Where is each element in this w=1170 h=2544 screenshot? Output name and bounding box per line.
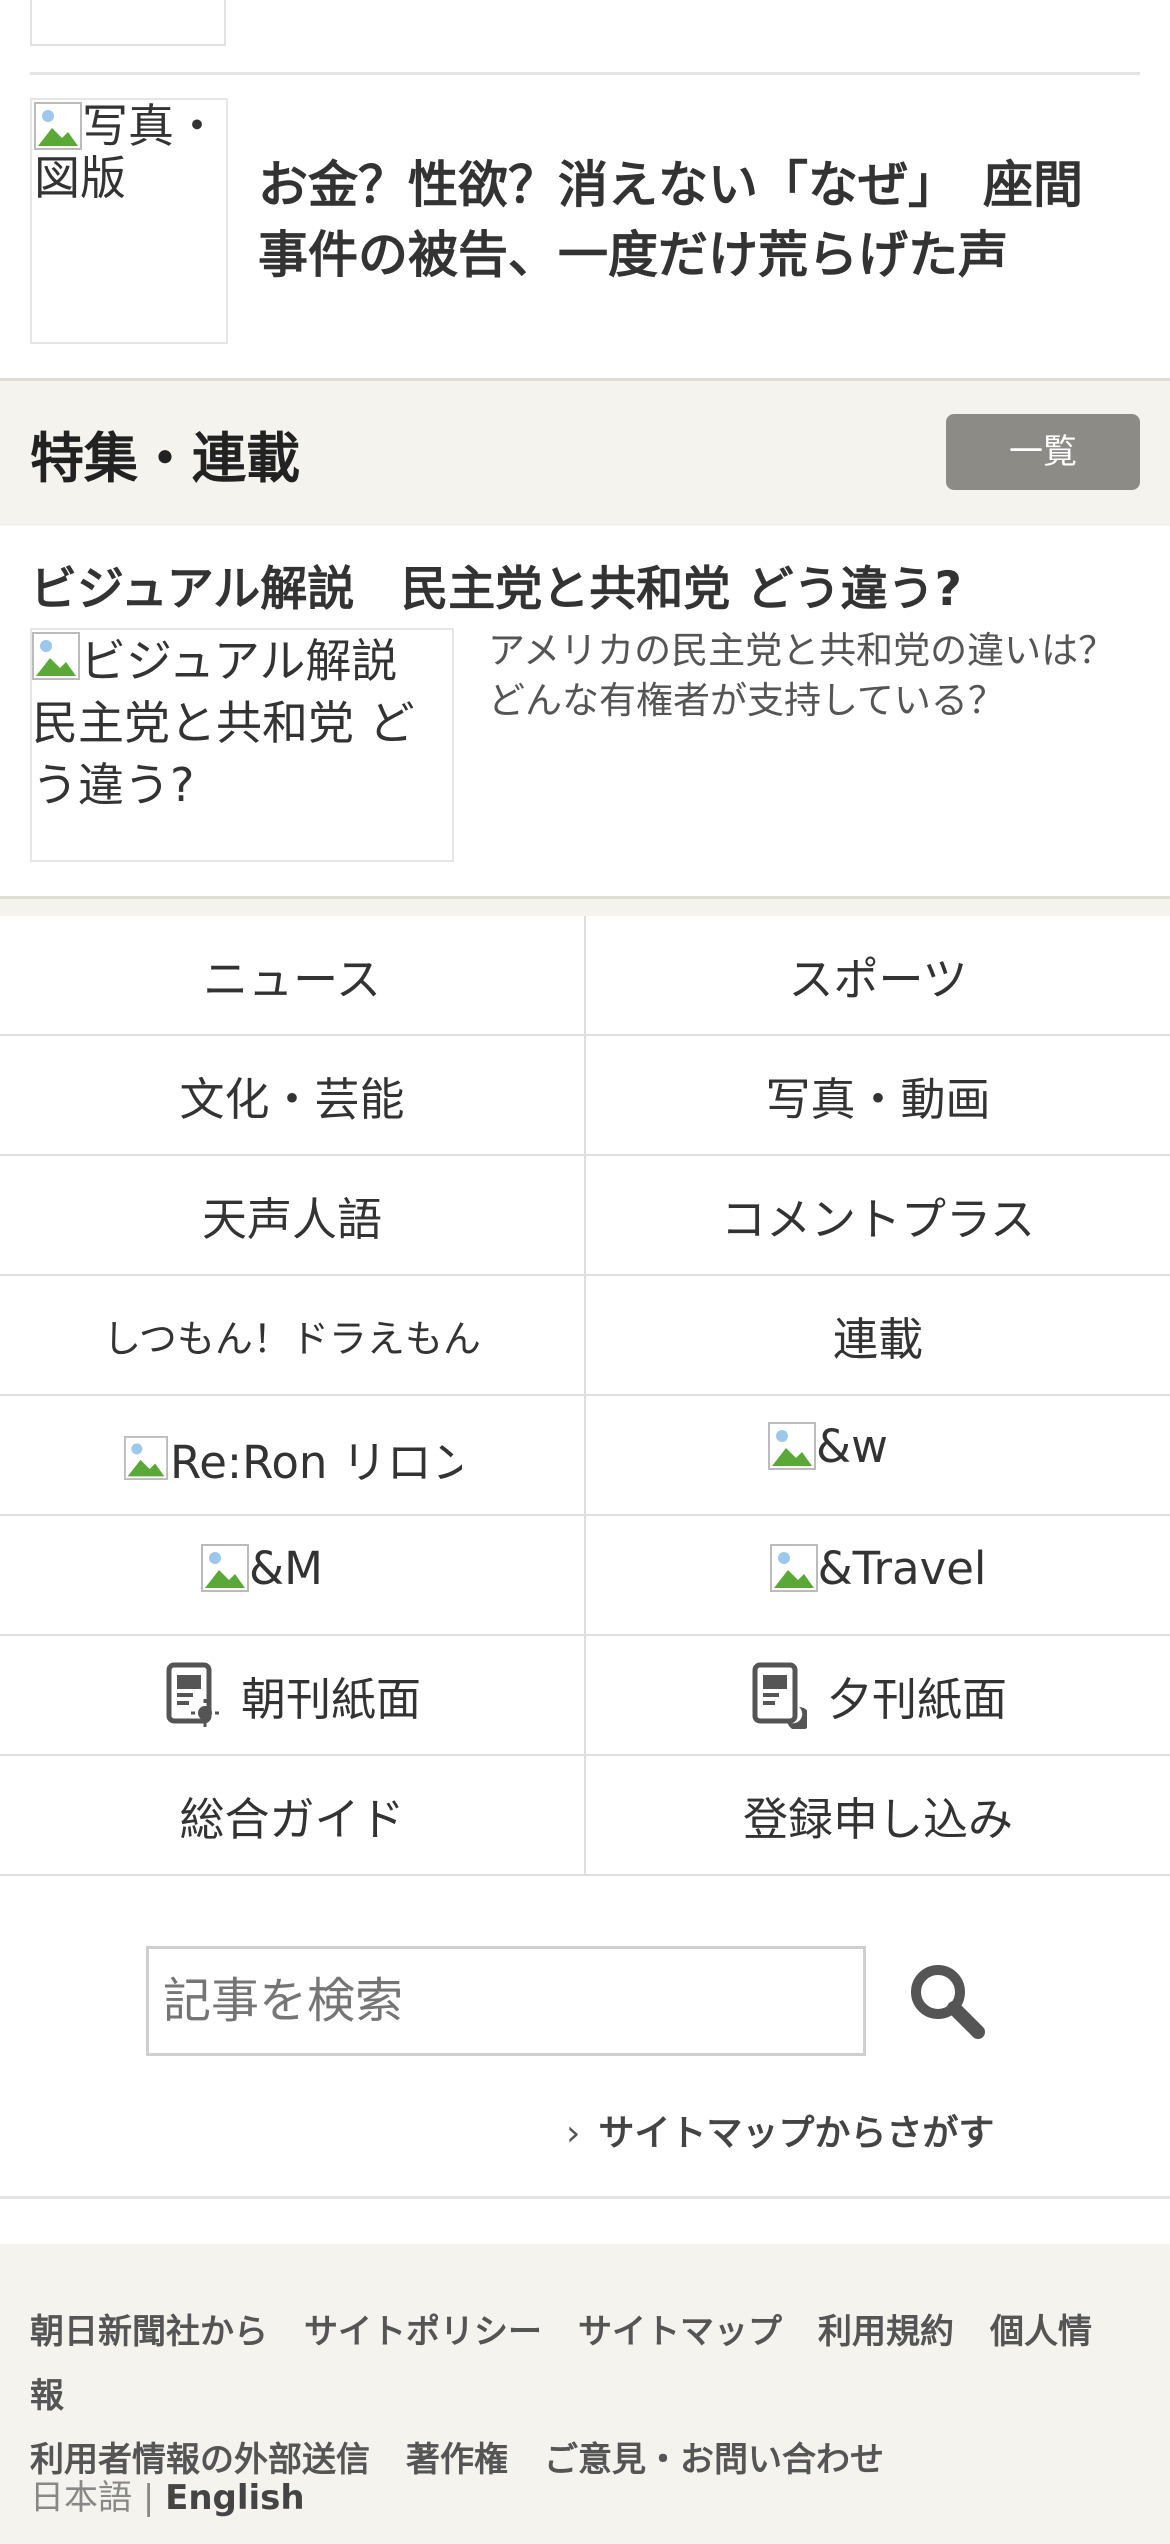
nav-row: 文化・芸能 写真・動画 bbox=[0, 1036, 1170, 1156]
nav-and-m[interactable]: &M bbox=[0, 1516, 586, 1634]
evening-paper-icon bbox=[752, 1662, 807, 1729]
footer-link-sitemap[interactable]: サイトマップ bbox=[578, 2312, 782, 2352]
feature-article-title[interactable]: ビジュアル解説 民主党と共和党 どう違う? bbox=[30, 550, 1140, 619]
broken-image-icon bbox=[34, 102, 82, 150]
features-list-button[interactable]: 一覧 bbox=[946, 414, 1140, 490]
nav-row: ニュース スポーツ bbox=[0, 916, 1170, 1036]
feature-article-description[interactable]: アメリカの民主党と共和党の違いは？どんな有権者が支持している？ bbox=[488, 626, 1128, 726]
nav-row: 天声人語 コメントプラス bbox=[0, 1156, 1170, 1276]
search-button[interactable] bbox=[906, 1960, 988, 2042]
lang-japanese[interactable]: 日本語 bbox=[30, 2478, 132, 2518]
nav-register[interactable]: 登録申し込み bbox=[586, 1756, 1170, 1874]
nav-culture[interactable]: 文化・芸能 bbox=[0, 1036, 586, 1154]
nav-row: Re:Ron リロン &w bbox=[0, 1396, 1170, 1516]
features-section-title: 特集・連載 bbox=[30, 427, 300, 490]
nav-row: しつもん！ドラえもん 連載 bbox=[0, 1276, 1170, 1396]
nav-row: 朝刊紙面 夕刊紙面 bbox=[0, 1636, 1170, 1756]
footer-link-terms[interactable]: 利用規約 bbox=[818, 2312, 954, 2352]
sitemap-link-label: サイトマップからさがす bbox=[598, 2113, 995, 2154]
morning-paper-icon bbox=[166, 1662, 219, 1727]
divider bbox=[30, 72, 1140, 75]
footer-links: 朝日新聞社から サイトポリシー サイトマップ 利用規約 個人情報 利用者情報の外部送信著… bbox=[30, 2300, 1150, 2492]
section-separator bbox=[0, 896, 1170, 916]
feature-article-thumbnail[interactable]: ビジュアル解説 民主党と共和党 どう違う? bbox=[30, 628, 454, 862]
nav-tenseijingo[interactable]: 天声人語 bbox=[0, 1156, 586, 1274]
footer-link-contact[interactable]: ご意見・お問い合わせ bbox=[544, 2440, 884, 2480]
nav-photo-video[interactable]: 写真・動画 bbox=[586, 1036, 1170, 1154]
nav-label: 夕刊紙面 bbox=[826, 1672, 1007, 1726]
broken-image-icon bbox=[768, 1422, 817, 1470]
broken-image-icon bbox=[32, 632, 80, 680]
broken-image-alt: 写真・図版 bbox=[32, 100, 226, 204]
section-nav-grid: ニュース スポーツ 文化・芸能 写真・動画 天声人語 コメントプラス しつもん！… bbox=[0, 916, 1170, 1876]
search-icon bbox=[911, 1965, 985, 2039]
nav-serials[interactable]: 連載 bbox=[586, 1276, 1170, 1394]
nav-morning-edition[interactable]: 朝刊紙面 bbox=[0, 1636, 586, 1754]
image-alt-text: Re:Ron リロン bbox=[170, 1435, 462, 1489]
nav-reron[interactable]: Re:Ron リロン bbox=[0, 1396, 586, 1514]
nav-and-w[interactable]: &w bbox=[586, 1396, 1170, 1514]
nav-and-travel[interactable]: &Travel bbox=[586, 1516, 1170, 1634]
footer-link-policy[interactable]: サイトポリシー bbox=[304, 2312, 542, 2352]
nav-sports[interactable]: スポーツ bbox=[586, 916, 1170, 1034]
nav-evening-edition[interactable]: 夕刊紙面 bbox=[586, 1636, 1170, 1754]
article-headline-link[interactable]: お金？性欲？消えない「なぜ」 座間事件の被告、一度だけ荒らげた声 bbox=[258, 150, 1118, 290]
nav-news[interactable]: ニュース bbox=[0, 916, 586, 1034]
article-thumbnail[interactable]: 写真・図版 bbox=[30, 98, 228, 344]
previous-article-thumbnail[interactable] bbox=[30, 0, 226, 46]
nav-guide[interactable]: 総合ガイド bbox=[0, 1756, 586, 1874]
thumbnail-alt-text: ビジュアル解説 民主党と共和党 どう違う? bbox=[32, 634, 444, 812]
nav-row: 総合ガイド 登録申し込み bbox=[0, 1756, 1170, 1876]
chevron-right-icon: › bbox=[566, 2113, 581, 2154]
search-input[interactable] bbox=[146, 1946, 866, 2056]
broken-image-icon bbox=[124, 1436, 168, 1480]
nav-doraemon[interactable]: しつもん！ドラえもん bbox=[0, 1276, 586, 1394]
image-alt-text: &w bbox=[816, 1419, 888, 1473]
footer-link-copyright[interactable]: 著作権 bbox=[406, 2440, 508, 2480]
divider bbox=[0, 2196, 1170, 2199]
broken-image-icon bbox=[201, 1544, 250, 1592]
image-alt-text: &M bbox=[249, 1541, 323, 1595]
image-alt-text: &Travel bbox=[817, 1541, 987, 1595]
sitemap-link[interactable]: › サイトマップからさがす bbox=[566, 2104, 994, 2156]
lang-english[interactable]: English bbox=[165, 2478, 305, 2518]
broken-image-icon bbox=[769, 1544, 818, 1592]
nav-comment-plus[interactable]: コメントプラス bbox=[586, 1156, 1170, 1274]
lang-separator: | bbox=[142, 2478, 155, 2518]
language-switcher: 日本語 | English bbox=[30, 2470, 305, 2519]
footer-link-company[interactable]: 朝日新聞社から bbox=[30, 2312, 268, 2352]
nav-row: &M &Travel bbox=[0, 1516, 1170, 1636]
nav-label: 朝刊紙面 bbox=[240, 1672, 421, 1726]
